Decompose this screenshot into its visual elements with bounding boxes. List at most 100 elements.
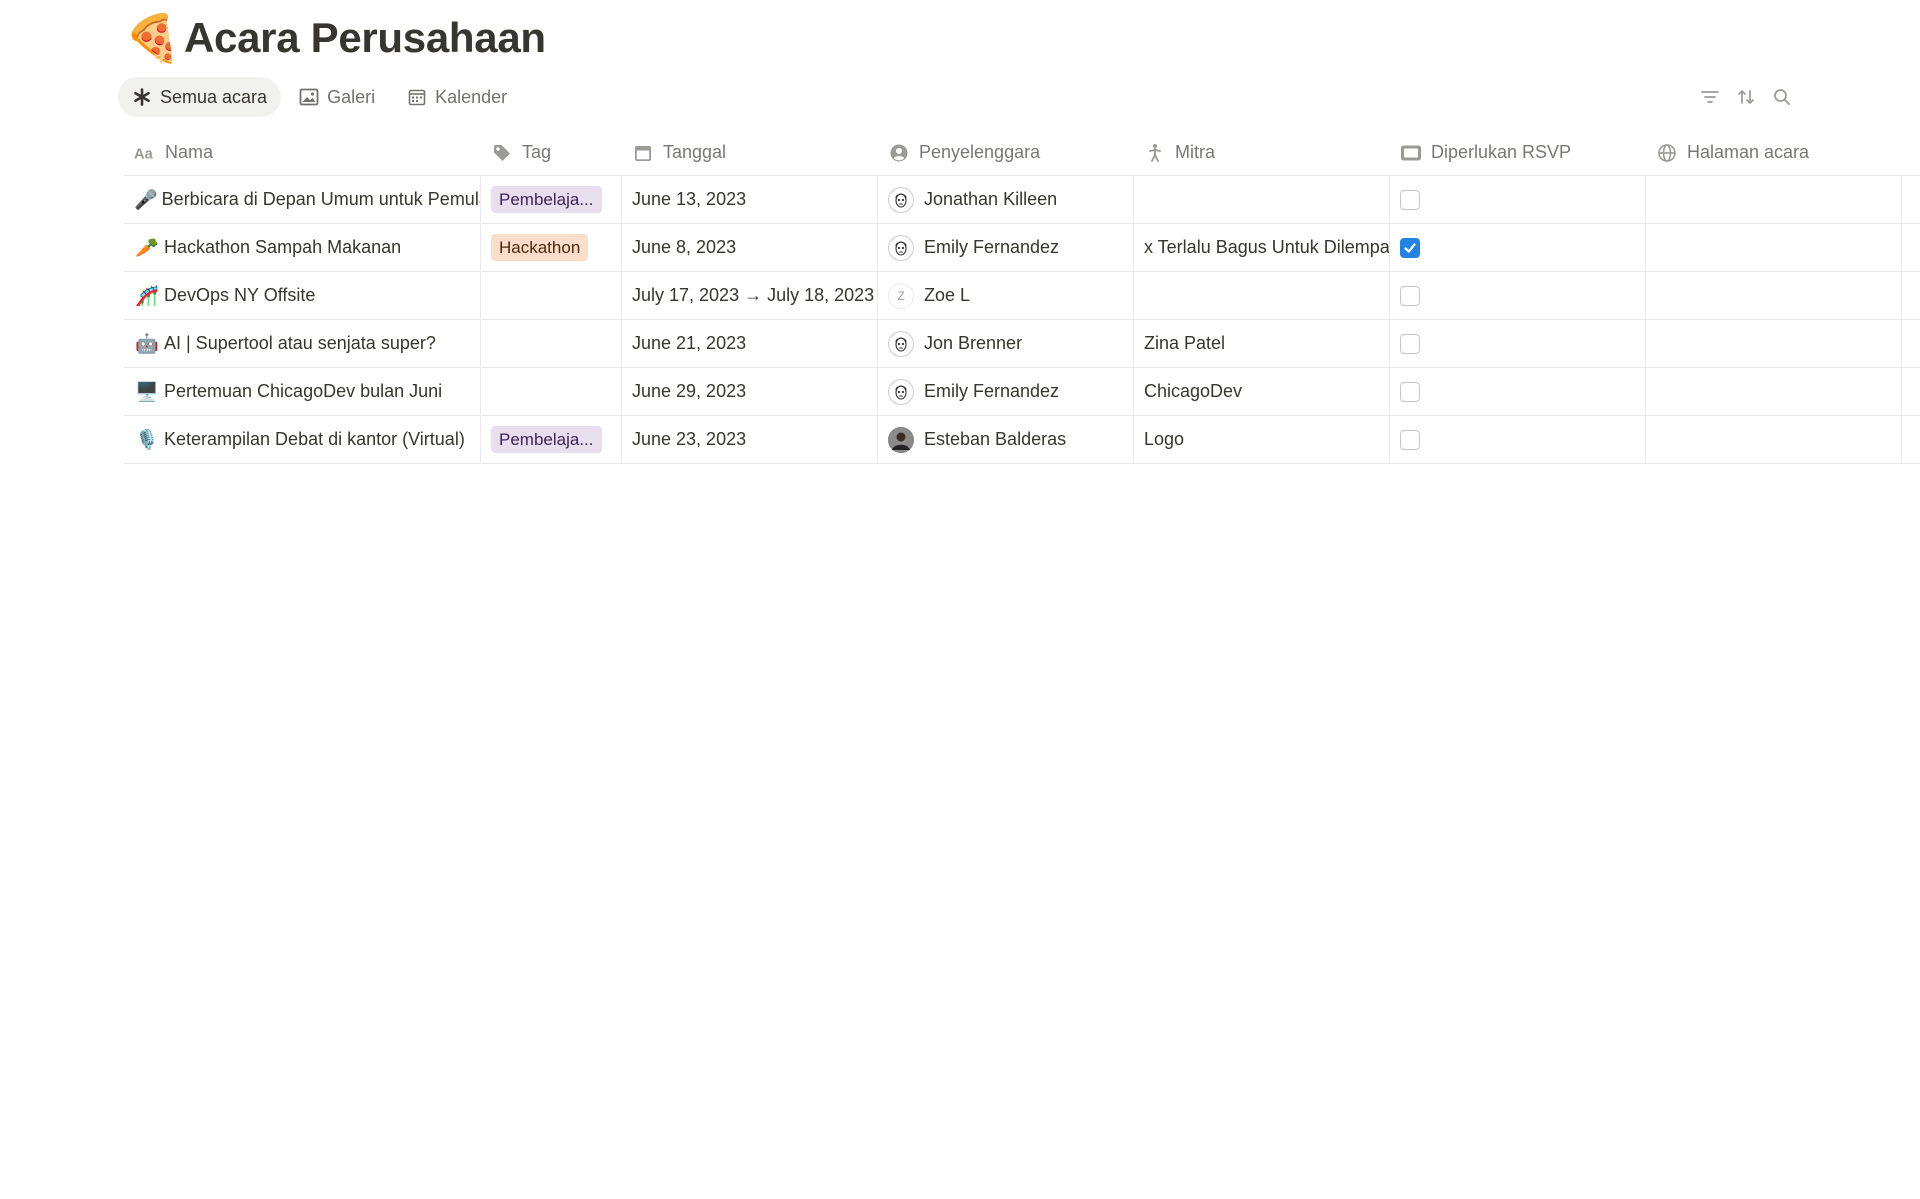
cell-name[interactable]: 🥕 Hackathon Sampah Makanan <box>124 224 481 271</box>
cell-name[interactable]: 🖥️ Pertemuan ChicagoDev bulan Juni <box>124 368 481 415</box>
cell-date[interactable]: June 21, 2023 <box>622 320 878 367</box>
event-date: June 13, 2023 <box>632 189 747 209</box>
cell-organizer[interactable]: Jon Brenner <box>878 320 1134 367</box>
rsvp-checkbox[interactable] <box>1400 189 1420 210</box>
cell-tag[interactable]: Hackathon <box>481 224 622 271</box>
cell-name[interactable]: 🎤 Berbicara di Depan Umum untuk Pemula <box>124 176 481 223</box>
cell-partner[interactable]: x Terlalu Bagus Untuk Dilempar <box>1134 224 1390 271</box>
globe-icon <box>1656 142 1678 164</box>
column-header-nama[interactable]: Aa Nama <box>124 130 481 175</box>
page-emoji-icon[interactable]: 🍕 <box>124 10 181 66</box>
cell-partner[interactable]: ChicagoDev <box>1134 368 1390 415</box>
events-table: Aa Nama Tag Tanggal Penyelenggara Mitra … <box>124 130 1920 464</box>
tab-label: Semua acara <box>160 86 268 107</box>
filter-icon[interactable] <box>1692 84 1728 110</box>
text-property-icon: Aa <box>134 142 156 164</box>
partner-name: ChicagoDev <box>1144 381 1243 401</box>
cell-date[interactable]: June 8, 2023 <box>622 224 878 271</box>
cell-name[interactable]: 🎙️ Keterampilan Debat di kantor (Virtual… <box>124 416 481 463</box>
partner-name: Logo <box>1144 429 1185 449</box>
column-header-tag[interactable]: Tag <box>481 130 622 175</box>
column-header-tanggal[interactable]: Tanggal <box>622 130 878 175</box>
organizer-name: Jonathan Killeen <box>924 189 1058 209</box>
cell-partner[interactable] <box>1134 272 1390 319</box>
cell-date[interactable]: June 23, 2023 <box>622 416 878 463</box>
avatar <box>888 186 914 213</box>
column-label: Halaman acara <box>1687 142 1810 162</box>
organizer-name: Jon Brenner <box>924 333 1023 353</box>
cell-date[interactable]: July 17, 2023 → July 18, 2023 <box>622 272 878 319</box>
column-header-penyelenggara[interactable]: Penyelenggara <box>878 130 1134 175</box>
calendar-icon <box>407 87 427 107</box>
cell-name[interactable]: 🎢 DevOps NY Offsite <box>124 272 481 319</box>
cell-date[interactable]: June 29, 2023 <box>622 368 878 415</box>
organizer-name: Esteban Balderas <box>924 429 1067 449</box>
cell-partner[interactable] <box>1134 176 1390 223</box>
tab-kalender[interactable]: Kalender <box>393 77 521 117</box>
cell-tag[interactable] <box>481 368 622 415</box>
page: 🍕 Acara Perusahaan Semua acara Galeri Ka… <box>0 0 1920 1199</box>
cell-organizer[interactable]: Emily Fernandez <box>878 224 1134 271</box>
cell-rsvp[interactable] <box>1390 176 1646 223</box>
cell-organizer[interactable]: Z Zoe L <box>878 272 1134 319</box>
cell-event-page[interactable] <box>1646 368 1902 415</box>
cell-event-page[interactable] <box>1646 224 1902 271</box>
rsvp-checkbox[interactable] <box>1400 237 1420 258</box>
event-name: AI | Supertool atau senjata super? <box>164 333 436 353</box>
cell-rsvp[interactable] <box>1390 368 1646 415</box>
table-row[interactable]: 🖥️ Pertemuan ChicagoDev bulan Juni June … <box>124 368 1920 416</box>
cell-rsvp[interactable] <box>1390 224 1646 271</box>
search-icon[interactable] <box>1764 84 1800 110</box>
walking-person-icon <box>1144 142 1166 164</box>
cell-overflow <box>1902 224 1920 271</box>
cell-organizer[interactable]: Esteban Balderas <box>878 416 1134 463</box>
cell-partner[interactable]: Logo <box>1134 416 1390 463</box>
event-date: June 23, 2023 <box>632 429 747 449</box>
rsvp-checkbox[interactable] <box>1400 429 1420 450</box>
cell-event-page[interactable] <box>1646 416 1902 463</box>
table-row[interactable]: 🎤 Berbicara di Depan Umum untuk Pemula P… <box>124 176 1920 224</box>
cell-rsvp[interactable] <box>1390 272 1646 319</box>
column-header-mitra[interactable]: Mitra <box>1134 130 1390 175</box>
rsvp-checkbox[interactable] <box>1400 381 1420 402</box>
calendar-icon <box>632 142 654 164</box>
table-row[interactable]: 🎙️ Keterampilan Debat di kantor (Virtual… <box>124 416 1920 464</box>
cell-organizer[interactable]: Jonathan Killeen <box>878 176 1134 223</box>
rsvp-checkbox[interactable] <box>1400 285 1420 306</box>
column-label: Penyelenggara <box>919 142 1041 162</box>
cell-tag[interactable]: Pembelaja... <box>481 416 622 463</box>
cell-event-page[interactable] <box>1646 320 1902 367</box>
table-row[interactable]: 🤖 AI | Supertool atau senjata super? Jun… <box>124 320 1920 368</box>
column-header-halaman[interactable]: Halaman acara <box>1646 130 1902 175</box>
cell-overflow <box>1902 416 1920 463</box>
column-label: Mitra <box>1175 142 1215 162</box>
cell-tag[interactable] <box>481 320 622 367</box>
cell-rsvp[interactable] <box>1390 416 1646 463</box>
page-title[interactable]: Acara Perusahaan <box>184 14 546 62</box>
tab-galeri[interactable]: Galeri <box>285 77 389 117</box>
cell-organizer[interactable]: Emily Fernandez <box>878 368 1134 415</box>
cell-tag[interactable] <box>481 272 622 319</box>
cell-partner[interactable]: Zina Patel <box>1134 320 1390 367</box>
checkbox-icon <box>1400 142 1422 164</box>
tag-badge: Hackathon <box>491 234 589 261</box>
cell-event-page[interactable] <box>1646 176 1902 223</box>
rsvp-checkbox[interactable] <box>1400 333 1420 354</box>
cell-date[interactable]: June 13, 2023 <box>622 176 878 223</box>
column-header-rsvp[interactable]: Diperlukan RSVP <box>1390 130 1646 175</box>
table-row[interactable]: 🥕 Hackathon Sampah Makanan Hackathon Jun… <box>124 224 1920 272</box>
event-name: DevOps NY Offsite <box>164 285 316 305</box>
cell-name[interactable]: 🤖 AI | Supertool atau senjata super? <box>124 320 481 367</box>
tab-label: Kalender <box>435 86 508 107</box>
asterisk-icon <box>132 87 152 107</box>
avatar <box>888 426 914 453</box>
table-row[interactable]: 🎢 DevOps NY Offsite July 17, 2023 → July… <box>124 272 1920 320</box>
cell-overflow <box>1902 272 1920 319</box>
event-name: Keterampilan Debat di kantor (Virtual) <box>164 429 465 449</box>
sort-icon[interactable] <box>1728 84 1764 110</box>
cell-event-page[interactable] <box>1646 272 1902 319</box>
cell-rsvp[interactable] <box>1390 320 1646 367</box>
tab-semua-acara[interactable]: Semua acara <box>118 77 282 117</box>
organizer-name: Emily Fernandez <box>924 381 1060 401</box>
cell-tag[interactable]: Pembelaja... <box>481 176 622 223</box>
